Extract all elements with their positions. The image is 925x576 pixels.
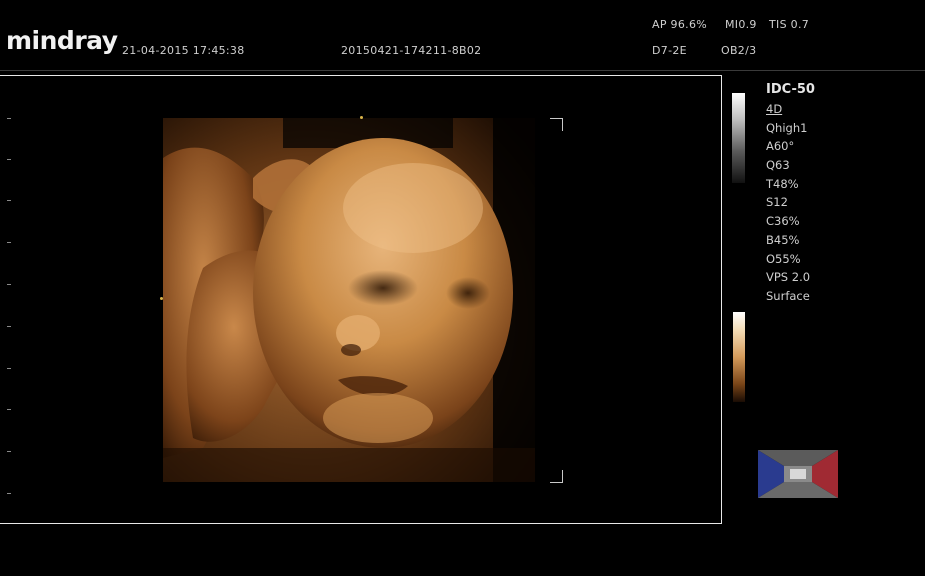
param-t: T48% xyxy=(766,176,799,191)
exam-id: 20150421-174211-8B02 xyxy=(341,44,482,57)
param-q: Q63 xyxy=(766,158,790,173)
param-mode: 4D xyxy=(766,102,783,116)
depth-tick xyxy=(7,159,11,160)
orientation-cube-icon[interactable] xyxy=(758,444,838,504)
grayscale-bar xyxy=(732,93,745,183)
panel-title: IDC-50 xyxy=(766,82,815,97)
roi-corner-bottom-right xyxy=(550,470,563,483)
param-c: C36% xyxy=(766,214,800,229)
param-o: O55% xyxy=(766,251,801,266)
exam-datetime: 21-04-2015 17:45:38 xyxy=(122,44,245,57)
mechanical-index: MI0.9 xyxy=(725,18,757,31)
roi-marker-top xyxy=(360,116,363,119)
param-vps: VPS 2.0 xyxy=(766,270,811,285)
depth-tick xyxy=(7,242,11,243)
roi-corner-top-right xyxy=(550,118,563,131)
depth-tick xyxy=(7,326,11,327)
exam-preset: OB2/3 xyxy=(721,44,757,57)
thermal-index: TIS 0.7 xyxy=(769,18,810,31)
param-angle: A60° xyxy=(766,139,795,154)
depth-tick xyxy=(7,451,11,452)
imaging-parameters-panel: IDC-50 4D Qhigh1 A60° Q63 T48% S12 C36% … xyxy=(766,80,916,306)
depth-tick xyxy=(7,200,11,201)
param-s: S12 xyxy=(766,195,788,210)
header-divider xyxy=(0,70,925,71)
depth-tick xyxy=(7,409,11,410)
depth-tick xyxy=(7,493,11,494)
acoustic-power: AP 96.6% xyxy=(652,18,707,31)
brand-logo: mindray xyxy=(6,26,118,55)
fetal-3d-render xyxy=(163,118,535,482)
depth-tick xyxy=(7,118,11,119)
depth-tick xyxy=(7,284,11,285)
param-quality: Qhigh1 xyxy=(766,120,808,135)
depth-tick xyxy=(7,368,11,369)
param-render-mode: Surface xyxy=(766,288,810,303)
roi-marker-left xyxy=(160,297,163,300)
param-b: B45% xyxy=(766,232,800,247)
render-colormap-bar xyxy=(733,312,745,402)
probe-name: D7-2E xyxy=(652,44,687,57)
